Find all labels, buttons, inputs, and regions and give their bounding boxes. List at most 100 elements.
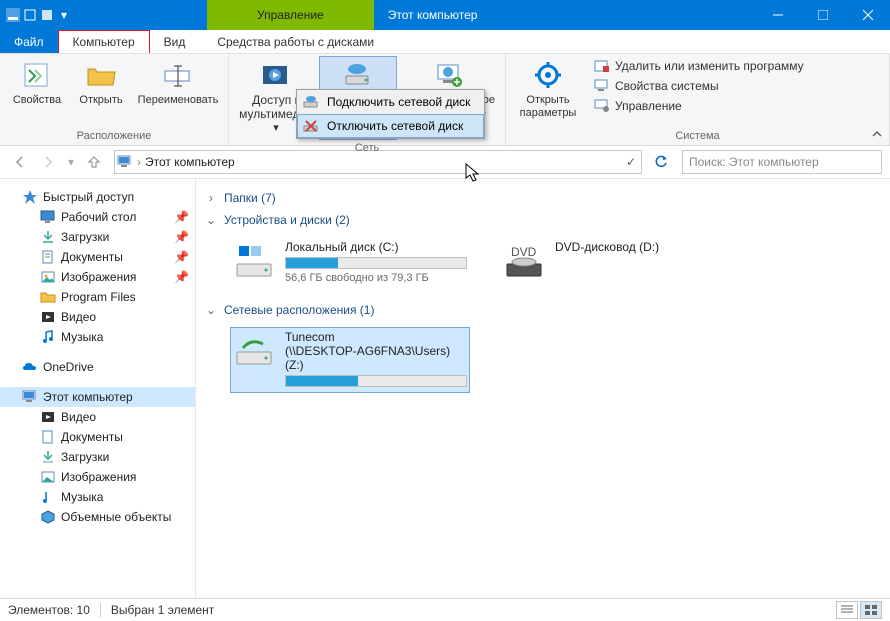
explorer-body: Быстрый доступ Рабочий стол📌 Загрузки📌 Д…: [0, 179, 890, 598]
tree-downloads[interactable]: Загрузки📌: [0, 227, 195, 247]
drive-local-c[interactable]: Локальный диск (C:) 56,6 ГБ свободно из …: [230, 237, 470, 287]
tree-music[interactable]: Музыка: [0, 327, 195, 347]
capacity-bar: [285, 257, 467, 269]
navigation-tree[interactable]: Быстрый доступ Рабочий стол📌 Загрузки📌 Д…: [0, 179, 196, 598]
tab-view[interactable]: Вид: [150, 30, 200, 53]
videos-icon: [40, 309, 56, 325]
search-box[interactable]: Поиск: Этот компьютер: [682, 150, 882, 174]
ribbon-tabs: Файл Компьютер Вид Средства работы с дис…: [0, 30, 890, 54]
rename-icon: [162, 60, 194, 92]
up-button[interactable]: [82, 150, 106, 174]
tree-3d-objects[interactable]: Объемные объекты: [0, 507, 195, 527]
this-pc-icon: [117, 154, 133, 170]
documents-icon: [40, 429, 56, 445]
titlebar: ▾ Управление Этот компьютер: [0, 0, 890, 30]
recent-dropdown-icon[interactable]: ▾: [64, 150, 78, 174]
view-icons-button[interactable]: [860, 601, 882, 619]
view-details-button[interactable]: [836, 601, 858, 619]
folder-open-icon: [85, 60, 117, 92]
chevron-down-icon: ⌄: [204, 213, 218, 227]
refresh-button[interactable]: [650, 151, 672, 173]
network-drive-z[interactable]: Tunecom (\\DESKTOP-AG6FNA3\Users) (Z:): [230, 327, 470, 393]
tree-documents[interactable]: Документы📌: [0, 247, 195, 267]
maximize-button[interactable]: [800, 0, 845, 30]
open-button[interactable]: Открыть: [70, 56, 132, 111]
computer-icon: [594, 78, 610, 94]
address-text: Этот компьютер: [145, 155, 619, 169]
tree-pictures-2[interactable]: Изображения: [0, 467, 195, 487]
tab-computer[interactable]: Компьютер: [58, 30, 150, 53]
collapse-ribbon-button[interactable]: [868, 125, 886, 143]
minimize-button[interactable]: [755, 0, 800, 30]
forward-button[interactable]: [36, 150, 60, 174]
tree-program-files[interactable]: Program Files: [0, 287, 195, 307]
dropdown-disconnect-item[interactable]: Отключить сетевой диск: [297, 114, 484, 138]
content-pane[interactable]: › Папки (7) ⌄ Устройства и диски (2) Лок…: [196, 179, 890, 598]
this-pc-icon: [22, 389, 38, 405]
folder-icon: [40, 289, 56, 305]
dvd-drive-icon: DVD: [503, 240, 545, 282]
tree-pictures[interactable]: Изображения📌: [0, 267, 195, 287]
hard-drive-icon: [233, 240, 275, 282]
open-settings-button[interactable]: Открыть параметры: [512, 56, 584, 124]
qat-item[interactable]: [23, 8, 37, 22]
system-properties-button[interactable]: Свойства системы: [590, 76, 808, 96]
settings-icon: [532, 60, 564, 92]
tab-disk-tools[interactable]: Средства работы с дисками: [199, 30, 392, 53]
tree-videos-2[interactable]: Видео: [0, 407, 195, 427]
tree-this-pc[interactable]: Этот компьютер: [0, 387, 195, 407]
qat-dropdown-icon[interactable]: ▾: [57, 8, 71, 22]
window-title: Этот компьютер: [374, 0, 755, 30]
pictures-icon: [40, 269, 56, 285]
map-drive-dropdown: Подключить сетевой диск Отключить сетево…: [296, 89, 485, 139]
group-folders-header[interactable]: › Папки (7): [200, 187, 886, 209]
pin-icon: 📌: [174, 210, 189, 224]
chevron-down-icon: ⌄: [204, 303, 218, 317]
contextual-tab-label: Управление: [207, 0, 374, 30]
capacity-bar: [285, 375, 467, 387]
star-icon: [22, 189, 38, 205]
media-icon: [260, 60, 292, 92]
chevron-right-icon: ›: [204, 191, 218, 205]
rename-button[interactable]: Переименовать: [134, 56, 222, 111]
music-icon: [40, 329, 56, 345]
tab-file[interactable]: Файл: [0, 30, 58, 53]
quick-access-toolbar: ▾: [0, 0, 77, 30]
pin-icon: 📌: [174, 250, 189, 264]
network-drive-icon: [303, 94, 319, 110]
tree-onedrive[interactable]: OneDrive: [0, 357, 195, 377]
ribbon-group-system: Открыть параметры Удалить или изменить п…: [506, 54, 890, 145]
pin-icon: 📌: [174, 230, 189, 244]
add-network-location-icon: [433, 60, 465, 92]
back-button[interactable]: [8, 150, 32, 174]
properties-icon: [21, 60, 53, 92]
tree-music-2[interactable]: Музыка: [0, 487, 195, 507]
tree-videos[interactable]: Видео: [0, 307, 195, 327]
desktop-icon: [40, 209, 56, 225]
uninstall-icon: [594, 58, 610, 74]
tree-quick-access[interactable]: Быстрый доступ: [0, 187, 195, 207]
qat-item[interactable]: [40, 8, 54, 22]
manage-icon: [594, 98, 610, 114]
tree-downloads-2[interactable]: Загрузки: [0, 447, 195, 467]
ribbon-group-location: Свойства Открыть Переименовать Расположе…: [0, 54, 229, 145]
properties-button[interactable]: Свойства: [6, 56, 68, 111]
pictures-icon: [40, 469, 56, 485]
objects-3d-icon: [40, 509, 56, 525]
group-devices-header[interactable]: ⌄ Устройства и диски (2): [200, 209, 886, 231]
downloads-icon: [40, 449, 56, 465]
drive-dvd-d[interactable]: DVD DVD-дисковод (D:): [500, 237, 700, 287]
onedrive-icon: [22, 359, 38, 375]
tree-documents-2[interactable]: Документы: [0, 427, 195, 447]
network-drive-disconnect-icon: [303, 118, 319, 134]
pin-icon: 📌: [174, 270, 189, 284]
network-drive-icon: [342, 60, 374, 92]
dropdown-connect-item[interactable]: Подключить сетевой диск: [297, 90, 484, 114]
manage-button[interactable]: Управление: [590, 96, 808, 116]
group-network-header[interactable]: ⌄ Сетевые расположения (1): [200, 299, 886, 321]
address-dropdown-icon[interactable]: ✓: [623, 155, 639, 169]
uninstall-program-button[interactable]: Удалить или изменить программу: [590, 56, 808, 76]
videos-icon: [40, 409, 56, 425]
close-button[interactable]: [845, 0, 890, 30]
tree-desktop[interactable]: Рабочий стол📌: [0, 207, 195, 227]
